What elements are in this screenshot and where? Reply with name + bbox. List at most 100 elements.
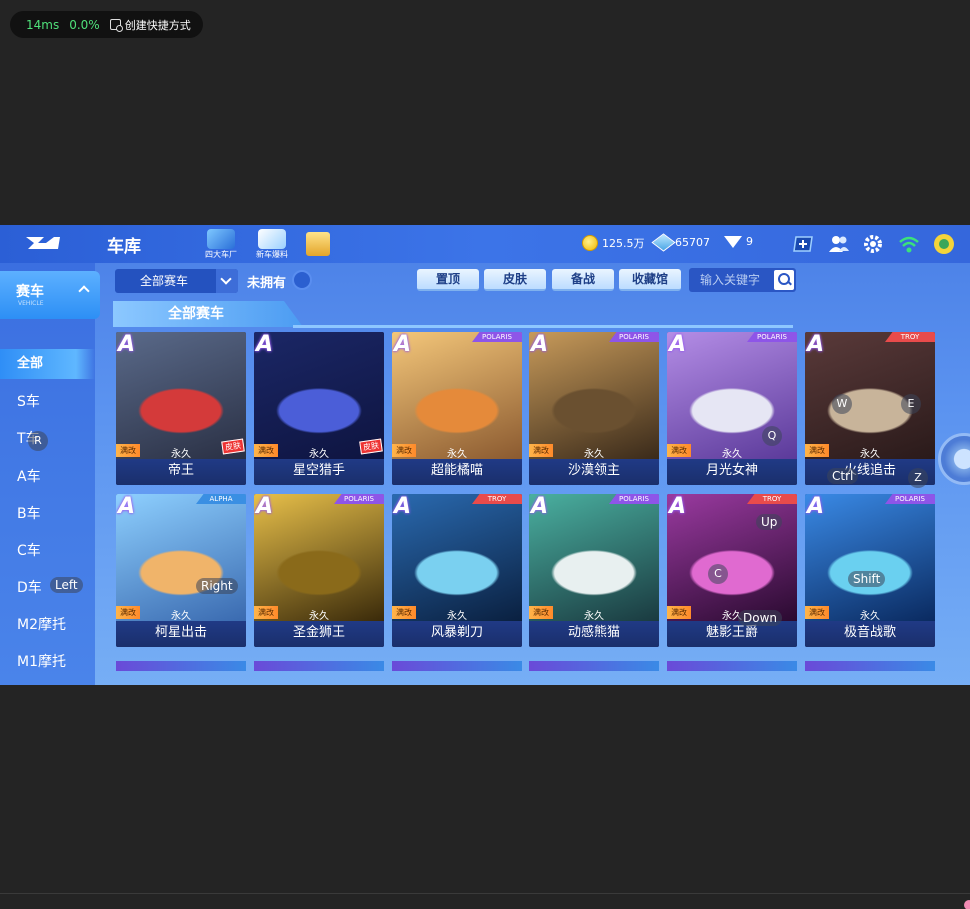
car-grade: A [531, 332, 549, 357]
game-logo-icon [26, 237, 60, 249]
key-right[interactable]: Right [196, 578, 238, 594]
side-menu-button[interactable] [938, 433, 970, 485]
sidebar-item-a[interactable]: A车 [0, 462, 95, 492]
four-factories-button[interactable]: 四大车厂 [205, 229, 237, 260]
brand-badge: POLARIS [609, 332, 659, 342]
pin-top-button[interactable]: 置顶 [417, 269, 479, 291]
key-z[interactable]: Z [908, 468, 928, 488]
car-image [116, 494, 246, 621]
prepare-button[interactable]: 备战 [552, 269, 614, 291]
sidebar-item-m2[interactable]: M2摩托 [0, 610, 95, 640]
sidebar-item-s[interactable]: S车 [0, 387, 95, 417]
key-left[interactable]: Left [50, 577, 83, 593]
add-button-icon[interactable] [792, 233, 814, 255]
car-image [529, 332, 659, 459]
profile-badge-icon[interactable] [933, 233, 955, 255]
ownership-status: 永久 [722, 449, 742, 460]
search-icon[interactable] [774, 270, 794, 290]
corner-indicator [964, 900, 970, 909]
create-shortcut-button[interactable]: 创建快捷方式 [109, 17, 191, 33]
car-image [667, 494, 797, 621]
skin-button[interactable]: 皮肤 [484, 269, 546, 291]
bottom-divider [0, 893, 970, 894]
car-card[interactable]: A POLARIS 满改 永久 沙漠领主 [529, 332, 659, 485]
key-c[interactable]: C [708, 564, 728, 584]
new-car-news-button[interactable]: 新车爆料 [256, 229, 288, 260]
car-grade: A [669, 494, 687, 519]
car-image [254, 494, 384, 621]
car-name: 超能橘喵 [392, 459, 522, 485]
car-card[interactable]: A POLARIS 满改 永久 圣金狮王 [254, 494, 384, 647]
car-card[interactable]: A POLARIS 满改 永久 动感熊猫 [529, 494, 659, 647]
brand-badge: TROY [747, 494, 797, 504]
friends-icon[interactable] [828, 233, 850, 255]
chevron-down-icon [216, 269, 238, 293]
key-q[interactable]: Q [762, 426, 782, 446]
car-card-partial[interactable] [805, 661, 935, 671]
car-card-partial[interactable] [529, 661, 659, 671]
gem-balance: 65707 [651, 233, 710, 252]
car-grade: A [256, 332, 274, 357]
chevron-up-icon [78, 285, 90, 297]
car-card-partial[interactable] [116, 661, 246, 671]
gem-icon [651, 233, 676, 252]
key-e[interactable]: E [901, 394, 921, 414]
car-grade: A [531, 494, 549, 519]
latency-text: 14ms [26, 17, 60, 32]
car-grade: A [256, 494, 274, 519]
car-name: 月光女神 [667, 459, 797, 485]
car-card[interactable]: A TROY 满改 永久 风暴剃刀 [392, 494, 522, 647]
ownership-status: 永久 [584, 449, 604, 460]
car-image [392, 494, 522, 621]
new-car-news-label: 新车爆料 [256, 250, 288, 259]
diamond-balance: 9 [724, 235, 753, 248]
four-factories-label: 四大车厂 [205, 250, 237, 259]
brand-badge: POLARIS [885, 494, 935, 504]
key-r[interactable]: R [28, 431, 48, 451]
car-card[interactable]: A ALPHA 满改 永久 柯星出击 [116, 494, 246, 647]
diamond-icon [724, 235, 742, 248]
search-input[interactable]: 输入关键字 [689, 268, 796, 292]
unowned-toggle[interactable] [292, 270, 312, 290]
key-down[interactable]: Down [738, 610, 783, 626]
vehicle-type-toggle[interactable]: 赛车 VEHICLE [0, 271, 100, 319]
ownership-status: 永久 [584, 611, 604, 622]
car-grade: A [394, 494, 412, 519]
brand-badge: TROY [472, 494, 522, 504]
collection-button[interactable]: 收藏馆 [619, 269, 681, 291]
sidebar-item-c[interactable]: C车 [0, 536, 95, 566]
car-image [392, 332, 522, 459]
key-w[interactable]: W [832, 394, 852, 414]
shortcut-icon [109, 19, 123, 32]
car-card-partial[interactable] [667, 661, 797, 671]
sidebar-header-label: 赛车 [16, 284, 44, 300]
key-ctrl[interactable]: Ctrl [827, 468, 859, 484]
car-filter-dropdown[interactable]: 全部赛车 [115, 269, 238, 293]
car-card[interactable]: A 满改 永久 皮肤 帝王 [116, 332, 246, 485]
sidebar-header-sub: VEHICLE [18, 300, 44, 307]
brand-badge: POLARIS [334, 494, 384, 504]
car-image [529, 494, 659, 621]
car-card[interactable]: A POLARIS 满改 永久 月光女神 [667, 332, 797, 485]
sidebar-item-b[interactable]: B车 [0, 499, 95, 529]
car-card-partial[interactable] [254, 661, 384, 671]
brand-badge: POLARIS [472, 332, 522, 342]
settings-gear-icon[interactable] [862, 233, 884, 255]
car-grade: A [394, 332, 412, 357]
car-card[interactable]: A POLARIS 满改 永久 超能橘喵 [392, 332, 522, 485]
key-shift[interactable]: Shift [848, 571, 886, 587]
key-up[interactable]: Up [756, 514, 783, 530]
car-name: 动感熊猫 [529, 621, 659, 647]
ownership-status: 永久 [447, 449, 467, 460]
car-grade: A [118, 494, 136, 519]
sidebar-item-m1[interactable]: M1摩托 [0, 647, 95, 677]
car-card[interactable]: A 满改 永久 皮肤 星空猎手 [254, 332, 384, 485]
brand-badge: ALPHA [196, 494, 246, 504]
car-card-partial[interactable] [392, 661, 522, 671]
wifi-signal-icon [899, 236, 919, 253]
gift-icon[interactable] [306, 232, 330, 256]
sidebar-item-all[interactable]: 全部 [0, 349, 95, 379]
car-grade: A [669, 332, 687, 357]
car-grade: A [807, 332, 825, 357]
ownership-status: 永久 [171, 611, 191, 622]
